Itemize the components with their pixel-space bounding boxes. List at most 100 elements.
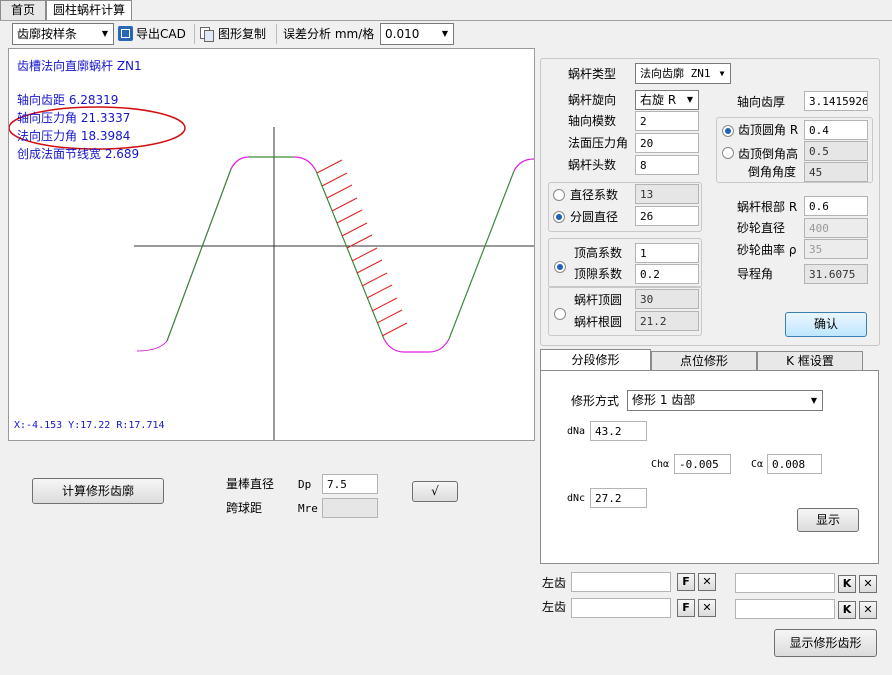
left-flank-input-1[interactable]: [571, 572, 671, 592]
fillet-left: [136, 156, 250, 352]
show-button[interactable]: 显示: [797, 508, 859, 532]
dnc-label: dNc: [567, 493, 586, 504]
tip-fillet-input[interactable]: 0.4: [804, 120, 868, 140]
root-fillet: [383, 338, 450, 353]
copy-icon-back: [204, 30, 214, 42]
tip-diam-input[interactable]: 30: [635, 289, 699, 309]
profile-plot[interactable]: 齿槽法向直廓蜗杆 ZN1 轴向齿距 6.28319 轴向压力角 21.3337 …: [8, 48, 535, 441]
tab-point-modify[interactable]: 点位修形: [651, 351, 757, 371]
show-modified-profile-button[interactable]: 显示修形齿形: [774, 629, 877, 657]
f-button-2[interactable]: F: [677, 599, 695, 617]
rotation-select[interactable]: 右旋 R ▼: [635, 90, 699, 110]
tab-segment-modify[interactable]: 分段修形: [540, 349, 651, 371]
left-flank-label-1: 左齿: [542, 576, 567, 590]
pitch-diam-input[interactable]: 26: [635, 206, 699, 226]
dp-label: Dp: [298, 478, 312, 491]
axial-thickness-input[interactable]: 3.1415926: [804, 91, 868, 111]
tip-root-radio[interactable]: [554, 308, 566, 320]
profile-mode-select[interactable]: 齿廓按样条 ▼: [12, 23, 114, 45]
tip-chamfer-radio[interactable]: [722, 147, 734, 159]
check-button[interactable]: √: [412, 481, 458, 502]
wheel-curv-input[interactable]: 35: [804, 239, 868, 259]
chevron-down-icon: ▼: [686, 95, 694, 104]
tab-divider: [0, 20, 892, 21]
error-scale-select[interactable]: 0.010 ▼: [380, 23, 454, 45]
hatch-marks: [316, 159, 408, 337]
axial-pitch-text: 轴向齿距 6.28319: [17, 93, 119, 107]
root-r-label: 蜗杆根部 R: [737, 200, 798, 214]
axial-module-input[interactable]: 2: [635, 111, 699, 131]
root-diam-label: 蜗杆根圆: [574, 315, 623, 329]
k-button-1[interactable]: K: [838, 575, 856, 593]
modify-method-select[interactable]: 修形 1 齿部 ▼: [627, 390, 823, 411]
toolbar-separator: [194, 24, 195, 44]
normal-pressure-angle-text: 法向压力角 18.3984: [17, 129, 131, 143]
tip-diam-label: 蜗杆顶圆: [574, 293, 623, 307]
dna-label: dNa: [567, 426, 586, 437]
clearance-input[interactable]: 0.2: [635, 264, 699, 284]
confirm-button[interactable]: 确认: [785, 312, 867, 337]
addendum-radio[interactable]: [554, 261, 566, 273]
tip-chamfer-input[interactable]: 0.5: [804, 141, 868, 161]
flank-right: [315, 170, 385, 340]
chamfer-angle-input[interactable]: 45: [804, 162, 868, 182]
pitch-diam-label: 分圆直径: [570, 210, 619, 224]
diam-coef-input[interactable]: 13: [635, 184, 699, 204]
calc-modified-profile-button[interactable]: 计算修形齿廓: [32, 478, 164, 504]
right-flank-input-2[interactable]: [735, 599, 835, 619]
close-icon[interactable]: ✕: [859, 575, 877, 593]
axial-pressure-angle-text: 轴向压力角 21.3337: [17, 111, 131, 125]
dp-input[interactable]: 7.5: [322, 474, 378, 494]
tip-fillet-left: [230, 156, 250, 170]
close-icon[interactable]: ✕: [859, 601, 877, 619]
flank-next: [448, 170, 515, 340]
left-flank-label-2: 左齿: [542, 600, 567, 614]
error-scale-value: 0.010: [385, 27, 420, 41]
ball-distance-label: 跨球距: [226, 501, 263, 515]
tip-fillet-radio[interactable]: [722, 125, 734, 137]
copy-graphic-button[interactable]: 图形复制: [199, 25, 271, 43]
close-icon[interactable]: ✕: [698, 599, 716, 617]
f-button-1[interactable]: F: [677, 573, 695, 591]
ch-alpha-label: Chα: [651, 459, 670, 470]
addendum-label: 顶高系数: [574, 246, 623, 260]
right-flank-input-1[interactable]: [735, 573, 835, 593]
rotation-value: 右旋 R: [640, 93, 677, 107]
generated-width-text: 创成法面节线宽 2.689: [17, 147, 140, 161]
k-button-2[interactable]: K: [838, 601, 856, 619]
normal-pressure-label: 法面压力角: [568, 136, 629, 150]
tab-k-frame[interactable]: K 框设置: [757, 351, 863, 371]
root-diam-input[interactable]: 21.2: [635, 311, 699, 331]
chevron-down-icon: ▼: [441, 29, 449, 38]
flank-left: [166, 168, 232, 342]
tip-chamfer-label: 齿顶倒角高: [738, 147, 799, 161]
dnc-input[interactable]: 27.2: [590, 488, 647, 508]
starts-input[interactable]: 8: [635, 155, 699, 175]
tip-fillet-label: 齿顶圆角 R: [738, 123, 799, 137]
starts-label: 蜗杆头数: [568, 158, 617, 172]
profile-mode-value: 齿廓按样条: [17, 27, 78, 41]
pitch-diam-radio[interactable]: [553, 211, 565, 223]
mre-output: [322, 498, 378, 518]
toolbar-separator: [276, 24, 277, 44]
root-r-input[interactable]: 0.6: [804, 196, 868, 216]
addendum-input[interactable]: 1: [635, 243, 699, 263]
c-alpha-input[interactable]: 0.008: [767, 454, 822, 474]
wheel-curv-label: 砂轮曲率 ρ: [737, 243, 797, 257]
ch-alpha-input[interactable]: -0.005: [674, 454, 731, 474]
dna-input[interactable]: 43.2: [590, 421, 647, 441]
close-icon[interactable]: ✕: [698, 573, 716, 591]
export-cad-button[interactable]: 导出CAD: [118, 25, 190, 43]
modify-method-value: 修形 1 齿部: [632, 393, 696, 407]
wheel-diam-label: 砂轮直径: [737, 221, 786, 235]
left-flank-input-2[interactable]: [571, 598, 671, 618]
modify-method-label: 修形方式: [571, 394, 620, 408]
worm-type-select[interactable]: 法向齿廓 ZN1 ▼: [635, 63, 731, 84]
wheel-diam-input[interactable]: 400: [804, 218, 868, 238]
tab-home[interactable]: 首页: [0, 0, 46, 20]
normal-pressure-input[interactable]: 20: [635, 133, 699, 153]
clearance-label: 顶隙系数: [574, 267, 623, 281]
lead-angle-label: 导程角: [737, 267, 774, 281]
tab-worm-calc[interactable]: 圆柱蜗杆计算: [46, 0, 132, 21]
diam-coef-radio[interactable]: [553, 189, 565, 201]
